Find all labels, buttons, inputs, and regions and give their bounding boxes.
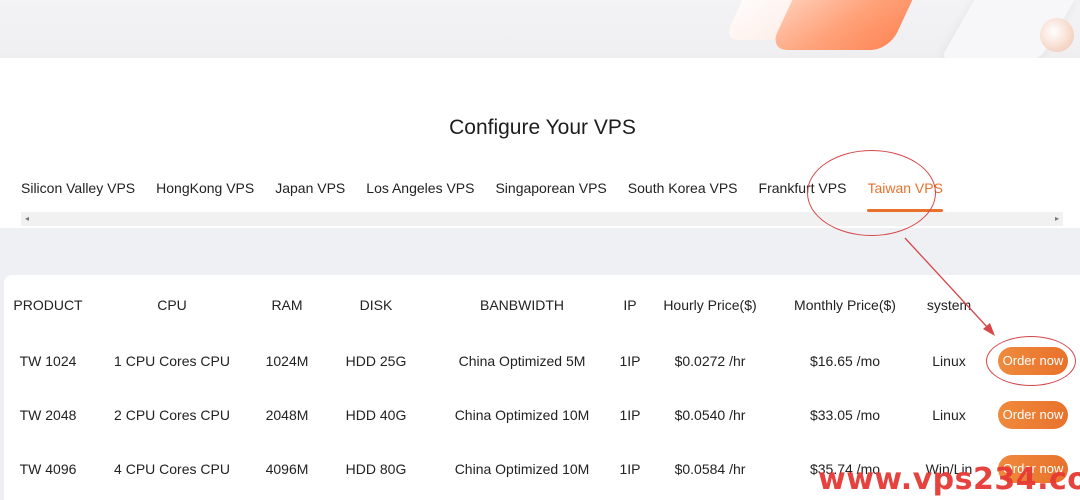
watermark-logo: www.vps234.com <box>818 462 1080 497</box>
header-bandwidth: BANBWIDTH <box>480 297 564 313</box>
header-ram: RAM <box>271 297 303 313</box>
cell-hourly-price: $0.0272 /hr <box>674 353 746 369</box>
cell-product: TW 4096 <box>19 461 77 477</box>
cell-bandwidth: China Optimized 10M <box>454 461 590 477</box>
cell-cpu: 2 CPU Cores CPU <box>114 407 230 423</box>
scroll-right-arrow-icon[interactable]: ▸ <box>1055 214 1059 224</box>
header-monthly-price: Monthly Price($) <box>794 297 896 313</box>
header-hourly-price: Hourly Price($) <box>663 297 757 313</box>
cell-product: TW 2048 <box>19 407 77 423</box>
cell-bandwidth: China Optimized 10M <box>454 407 590 423</box>
tab-hongkong[interactable]: HongKong VPS <box>156 180 254 210</box>
scroll-left-arrow-icon[interactable]: ◂ <box>25 214 29 224</box>
tab-silicon-valley[interactable]: Silicon Valley VPS <box>21 180 135 210</box>
tab-singaporean[interactable]: Singaporean VPS <box>495 180 606 210</box>
cell-ip: 1IP <box>619 407 641 423</box>
cell-ram: 2048M <box>265 407 309 423</box>
region-tabs: Silicon Valley VPS HongKong VPS Japan VP… <box>21 180 944 212</box>
cell-product: TW 1024 <box>19 353 77 369</box>
header-ip: IP <box>623 297 637 313</box>
header-product: PRODUCT <box>13 297 83 313</box>
header-cpu: CPU <box>157 297 187 313</box>
cell-ram: 1024M <box>265 353 309 369</box>
cell-system: Linux <box>932 353 966 369</box>
order-now-button[interactable]: Order now <box>998 401 1068 429</box>
cell-ip: 1IP <box>619 353 641 369</box>
hero-decoration <box>1040 18 1074 52</box>
header-system: system <box>926 297 972 313</box>
cell-hourly-price: $0.0540 /hr <box>674 407 746 423</box>
cell-disk: HDD 80G <box>345 461 407 477</box>
cell-monthly-price: $33.05 /mo <box>809 407 881 423</box>
header-disk: DISK <box>359 297 393 313</box>
cell-monthly-price: $16.65 /mo <box>809 353 881 369</box>
cell-cpu: 4 CPU Cores CPU <box>114 461 230 477</box>
cell-ram: 4096M <box>265 461 309 477</box>
cell-system: Linux <box>932 407 966 423</box>
hero-banner <box>0 0 1080 58</box>
annotation-circle <box>986 336 1076 386</box>
tab-los-angeles[interactable]: Los Angeles VPS <box>366 180 474 210</box>
cell-bandwidth: China Optimized 5M <box>458 353 586 369</box>
tab-south-korea[interactable]: South Korea VPS <box>628 180 738 210</box>
cell-ip: 1IP <box>619 461 641 477</box>
cell-hourly-price: $0.0584 /hr <box>674 461 746 477</box>
cell-disk: HDD 25G <box>345 353 407 369</box>
page-title: Configure Your VPS <box>449 116 636 139</box>
tab-japan[interactable]: Japan VPS <box>275 180 345 210</box>
cell-disk: HDD 40G <box>345 407 407 423</box>
hero-decoration <box>769 0 931 50</box>
cell-cpu: 1 CPU Cores CPU <box>114 353 230 369</box>
annotation-circle <box>807 150 936 236</box>
